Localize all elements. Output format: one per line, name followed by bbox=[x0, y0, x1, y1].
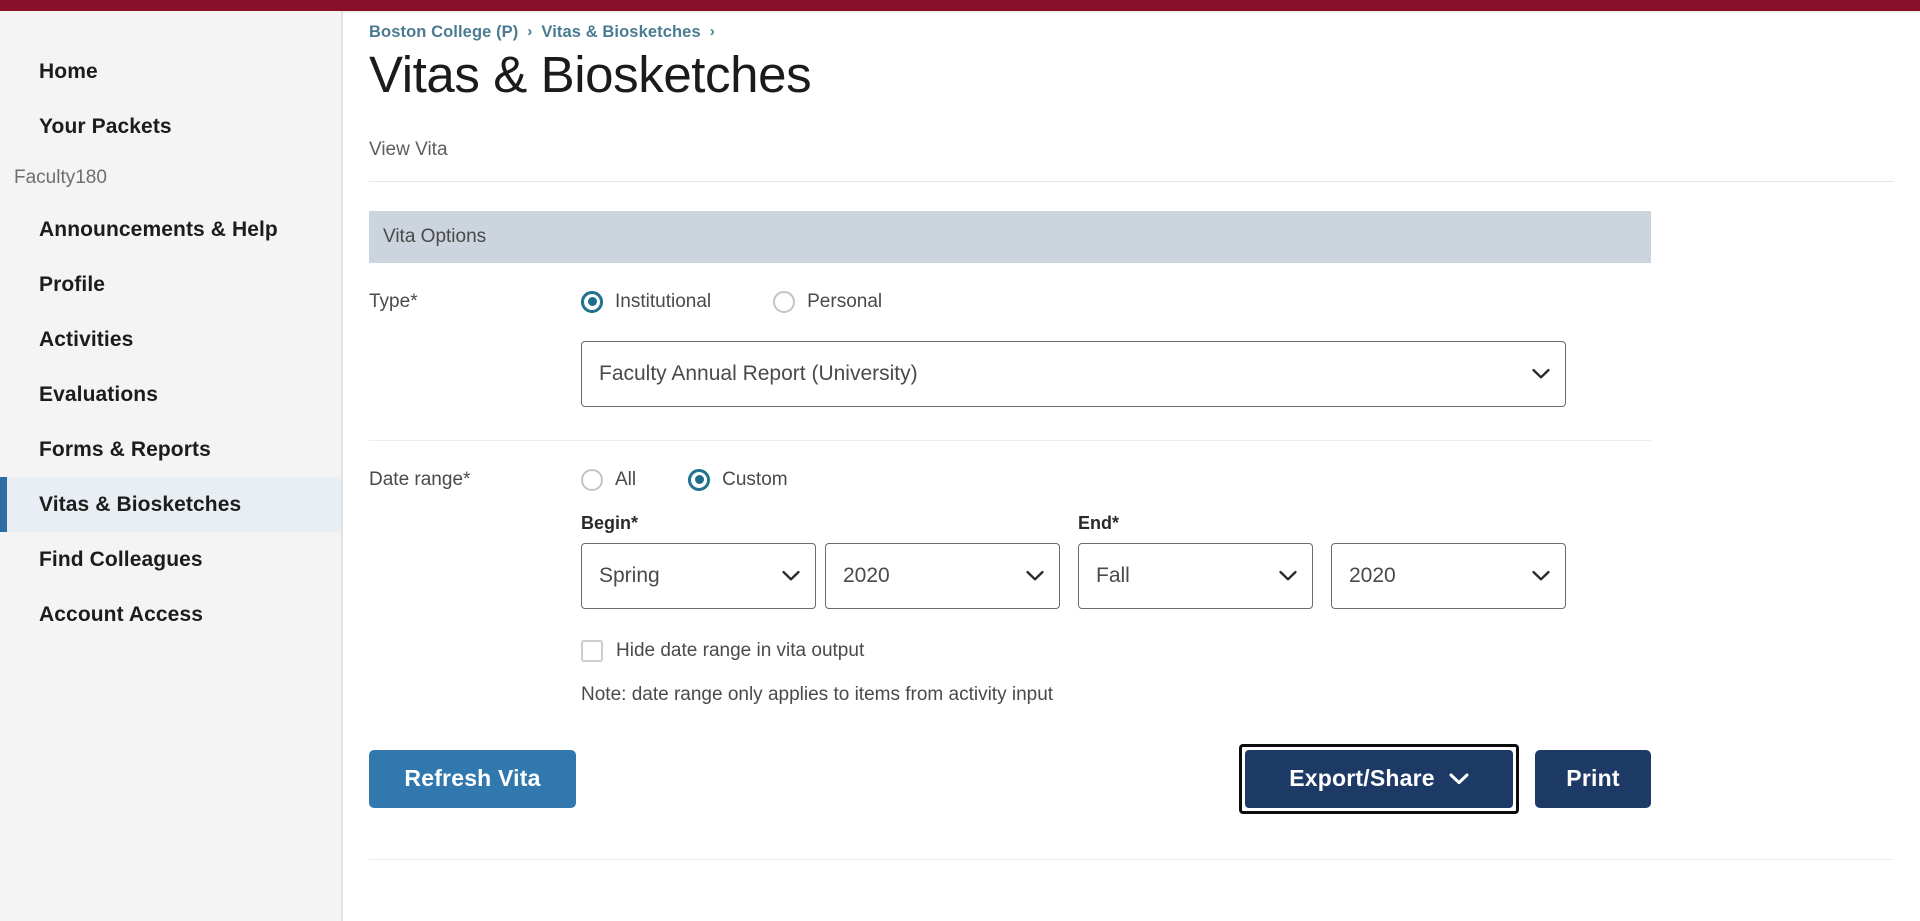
sidebar-item-home[interactable]: Home bbox=[0, 44, 341, 99]
end-year-select[interactable]: 2020 bbox=[1331, 542, 1566, 609]
sidebar-item-evaluations[interactable]: Evaluations bbox=[0, 367, 341, 422]
type-row: Type* Institutional Personal Faculty Ann… bbox=[369, 263, 1651, 407]
footer-divider bbox=[369, 858, 1894, 860]
chevron-down-icon bbox=[1449, 773, 1469, 785]
sidebar-item-label: Find Colleagues bbox=[39, 547, 203, 571]
type-radio-group: Institutional Personal bbox=[581, 287, 1651, 317]
chevron-down-icon bbox=[782, 570, 800, 581]
sidebar-item-label: Forms & Reports bbox=[39, 437, 211, 461]
breadcrumb-separator-icon: › bbox=[709, 23, 715, 40]
page-title: Vitas & Biosketches bbox=[369, 46, 812, 103]
sidebar-section-faculty180: Faculty180 bbox=[0, 154, 341, 202]
end-term-value: Fall bbox=[1096, 563, 1130, 587]
brand-top-bar bbox=[0, 0, 1920, 11]
chevron-down-icon bbox=[1532, 570, 1550, 581]
sidebar-item-activities[interactable]: Activities bbox=[0, 312, 341, 367]
page-subtitle: View Vita bbox=[369, 138, 448, 160]
vita-type-select[interactable]: Faculty Annual Report (University) bbox=[581, 340, 1566, 407]
print-button[interactable]: Print bbox=[1535, 749, 1651, 808]
radio-label-personal: Personal bbox=[807, 290, 883, 312]
sidebar-item-forms-reports[interactable]: Forms & Reports bbox=[0, 422, 341, 477]
radio-option-custom[interactable]: Custom bbox=[688, 468, 788, 491]
end-term-column: End* Fall bbox=[1078, 513, 1313, 609]
application-window: Home Your Packets Faculty180 Announcemen… bbox=[0, 0, 1920, 921]
export-share-button[interactable]: Export/Share bbox=[1245, 749, 1513, 808]
begin-year-column: 2020 bbox=[825, 513, 1060, 609]
chevron-down-icon bbox=[1532, 368, 1550, 379]
sidebar-item-label: Your Packets bbox=[39, 114, 172, 138]
vita-type-select-value: Faculty Annual Report (University) bbox=[599, 361, 918, 385]
begin-label: Begin* bbox=[581, 512, 639, 533]
sidebar-section-label: Faculty180 bbox=[14, 167, 107, 188]
vita-options-section-header: Vita Options bbox=[369, 210, 1651, 263]
radio-personal-icon[interactable] bbox=[773, 290, 796, 313]
end-label: End* bbox=[1078, 512, 1120, 533]
begin-term-column: Begin* Spring bbox=[581, 513, 816, 609]
breadcrumb-item-institution[interactable]: Boston College (P) bbox=[369, 23, 518, 42]
sidebar-navigation: Home Your Packets Faculty180 Announcemen… bbox=[0, 11, 343, 921]
sidebar-item-announcements-help[interactable]: Announcements & Help bbox=[0, 202, 341, 257]
end-year-column: 2020 bbox=[1331, 513, 1566, 609]
hide-date-range-checkbox[interactable] bbox=[581, 639, 603, 662]
radio-all-icon[interactable] bbox=[581, 468, 603, 491]
end-year-value: 2020 bbox=[1349, 563, 1396, 587]
sidebar-item-label: Profile bbox=[39, 272, 106, 296]
begin-year-value: 2020 bbox=[843, 563, 890, 587]
sidebar-item-label: Announcements & Help bbox=[39, 217, 278, 241]
export-share-focus-ring: Export/Share bbox=[1239, 743, 1519, 814]
active-indicator-bar bbox=[0, 477, 7, 532]
begin-year-select[interactable]: 2020 bbox=[825, 542, 1060, 609]
breadcrumb: Boston College (P) › Vitas & Biosketches… bbox=[369, 14, 1920, 42]
sidebar-item-label: Vitas & Biosketches bbox=[39, 492, 242, 516]
radio-label-institutional: Institutional bbox=[615, 290, 712, 312]
hide-date-range-label: Hide date range in vita output bbox=[616, 639, 865, 661]
begin-term-value: Spring bbox=[599, 563, 660, 587]
action-bar: Refresh Vita Export/Share Print bbox=[369, 743, 1651, 814]
breadcrumb-item-vitas[interactable]: Vitas & Biosketches bbox=[541, 23, 700, 42]
radio-label-custom: Custom bbox=[722, 468, 788, 490]
sidebar-item-account-access[interactable]: Account Access bbox=[0, 587, 341, 642]
hide-date-range-checkbox-row[interactable]: Hide date range in vita output bbox=[581, 639, 1651, 662]
sidebar-item-label: Account Access bbox=[39, 602, 204, 626]
date-range-row: Date range* All Custom Begin* Spring 202… bbox=[369, 441, 1651, 706]
date-range-selects: Begin* Spring 2020 End* Fall 2020 bbox=[581, 513, 1651, 609]
radio-option-institutional[interactable]: Institutional bbox=[581, 290, 712, 313]
date-range-label: Date range* bbox=[369, 468, 471, 490]
refresh-vita-button[interactable]: Refresh Vita bbox=[369, 749, 576, 808]
begin-term-select[interactable]: Spring bbox=[581, 542, 816, 609]
end-term-select[interactable]: Fall bbox=[1078, 542, 1313, 609]
chevron-down-icon bbox=[1026, 570, 1044, 581]
radio-institutional-icon[interactable] bbox=[581, 290, 603, 313]
date-range-note: Note: date range only applies to items f… bbox=[581, 683, 1054, 705]
radio-option-all[interactable]: All bbox=[581, 468, 637, 491]
sidebar-item-find-colleagues[interactable]: Find Colleagues bbox=[0, 532, 341, 587]
header-divider bbox=[369, 180, 1894, 182]
breadcrumb-separator-icon: › bbox=[527, 23, 533, 40]
vita-options-section-title: Vita Options bbox=[383, 225, 487, 247]
radio-option-personal[interactable]: Personal bbox=[773, 290, 883, 313]
date-range-radio-group: All Custom bbox=[581, 465, 1651, 495]
type-label: Type* bbox=[369, 290, 418, 312]
main-content: Boston College (P) › Vitas & Biosketches… bbox=[345, 14, 1920, 921]
sidebar-item-label: Evaluations bbox=[39, 382, 158, 406]
page-subtitle-row: View Vita bbox=[369, 139, 1920, 181]
sidebar-item-label: Home bbox=[39, 59, 98, 83]
sidebar-item-vitas-biosketches[interactable]: Vitas & Biosketches bbox=[0, 477, 341, 532]
sidebar-item-label: Activities bbox=[39, 327, 134, 351]
sidebar-item-your-packets[interactable]: Your Packets bbox=[0, 99, 341, 154]
radio-custom-icon[interactable] bbox=[688, 468, 711, 491]
chevron-down-icon bbox=[1279, 570, 1297, 581]
radio-label-all: All bbox=[615, 468, 637, 490]
sidebar-item-profile[interactable]: Profile bbox=[0, 257, 341, 312]
export-share-label: Export/Share bbox=[1289, 765, 1435, 792]
